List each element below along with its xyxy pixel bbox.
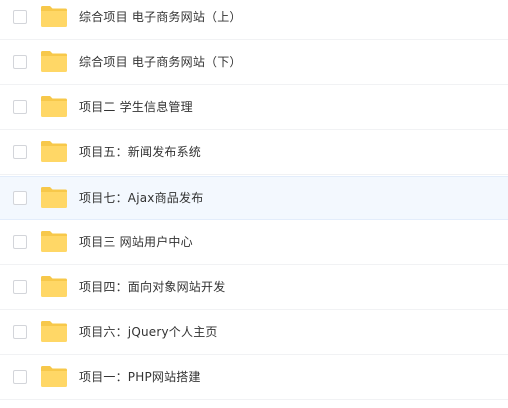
row-checkbox[interactable]: [13, 370, 27, 384]
row-checkbox[interactable]: [13, 145, 27, 159]
row-checkbox[interactable]: [13, 10, 27, 24]
file-row-8[interactable]: 项目一：PHP网站搭建: [0, 356, 508, 400]
folder-icon: [40, 4, 68, 28]
folder-icon: [40, 94, 68, 118]
file-row-7[interactable]: 项目六：jQuery个人主页: [0, 311, 508, 355]
file-row-0[interactable]: 综合项目 电子商务网站（上）: [0, 0, 508, 40]
file-name[interactable]: 综合项目 电子商务网站（上）: [79, 0, 242, 39]
folder-icon: [40, 319, 68, 343]
file-name[interactable]: 项目四：面向对象网站开发: [79, 266, 225, 309]
row-checkbox[interactable]: [13, 235, 27, 249]
file-row-4[interactable]: 项目七：Ajax商品发布: [0, 176, 508, 220]
file-name[interactable]: 项目二 学生信息管理: [79, 86, 193, 129]
file-row-1[interactable]: 综合项目 电子商务网站（下）: [0, 41, 508, 85]
folder-icon: [40, 139, 68, 163]
row-checkbox[interactable]: [13, 55, 27, 69]
file-row-2[interactable]: 项目二 学生信息管理: [0, 86, 508, 130]
row-checkbox[interactable]: [13, 100, 27, 114]
folder-icon: [40, 274, 68, 298]
folder-icon: [40, 49, 68, 73]
file-name[interactable]: 项目一：PHP网站搭建: [79, 356, 201, 399]
row-checkbox[interactable]: [13, 280, 27, 294]
file-name[interactable]: 项目三 网站用户中心: [79, 221, 193, 264]
file-row-5[interactable]: 项目三 网站用户中心: [0, 221, 508, 265]
file-row-3[interactable]: 项目五：新闻发布系统: [0, 131, 508, 175]
folder-icon: [40, 364, 68, 388]
file-row-6[interactable]: 项目四：面向对象网站开发: [0, 266, 508, 310]
file-name[interactable]: 项目五：新闻发布系统: [79, 131, 201, 174]
file-name[interactable]: 项目六：jQuery个人主页: [79, 311, 218, 354]
row-checkbox[interactable]: [13, 191, 27, 205]
folder-icon: [40, 185, 68, 209]
file-name[interactable]: 综合项目 电子商务网站（下）: [79, 41, 242, 84]
row-checkbox[interactable]: [13, 325, 27, 339]
file-list: 综合项目 电子商务网站（上） 综合项目 电子商务网站（下） 项目二 学生信息管理…: [0, 0, 508, 408]
folder-icon: [40, 229, 68, 253]
file-name[interactable]: 项目七：Ajax商品发布: [79, 177, 203, 220]
